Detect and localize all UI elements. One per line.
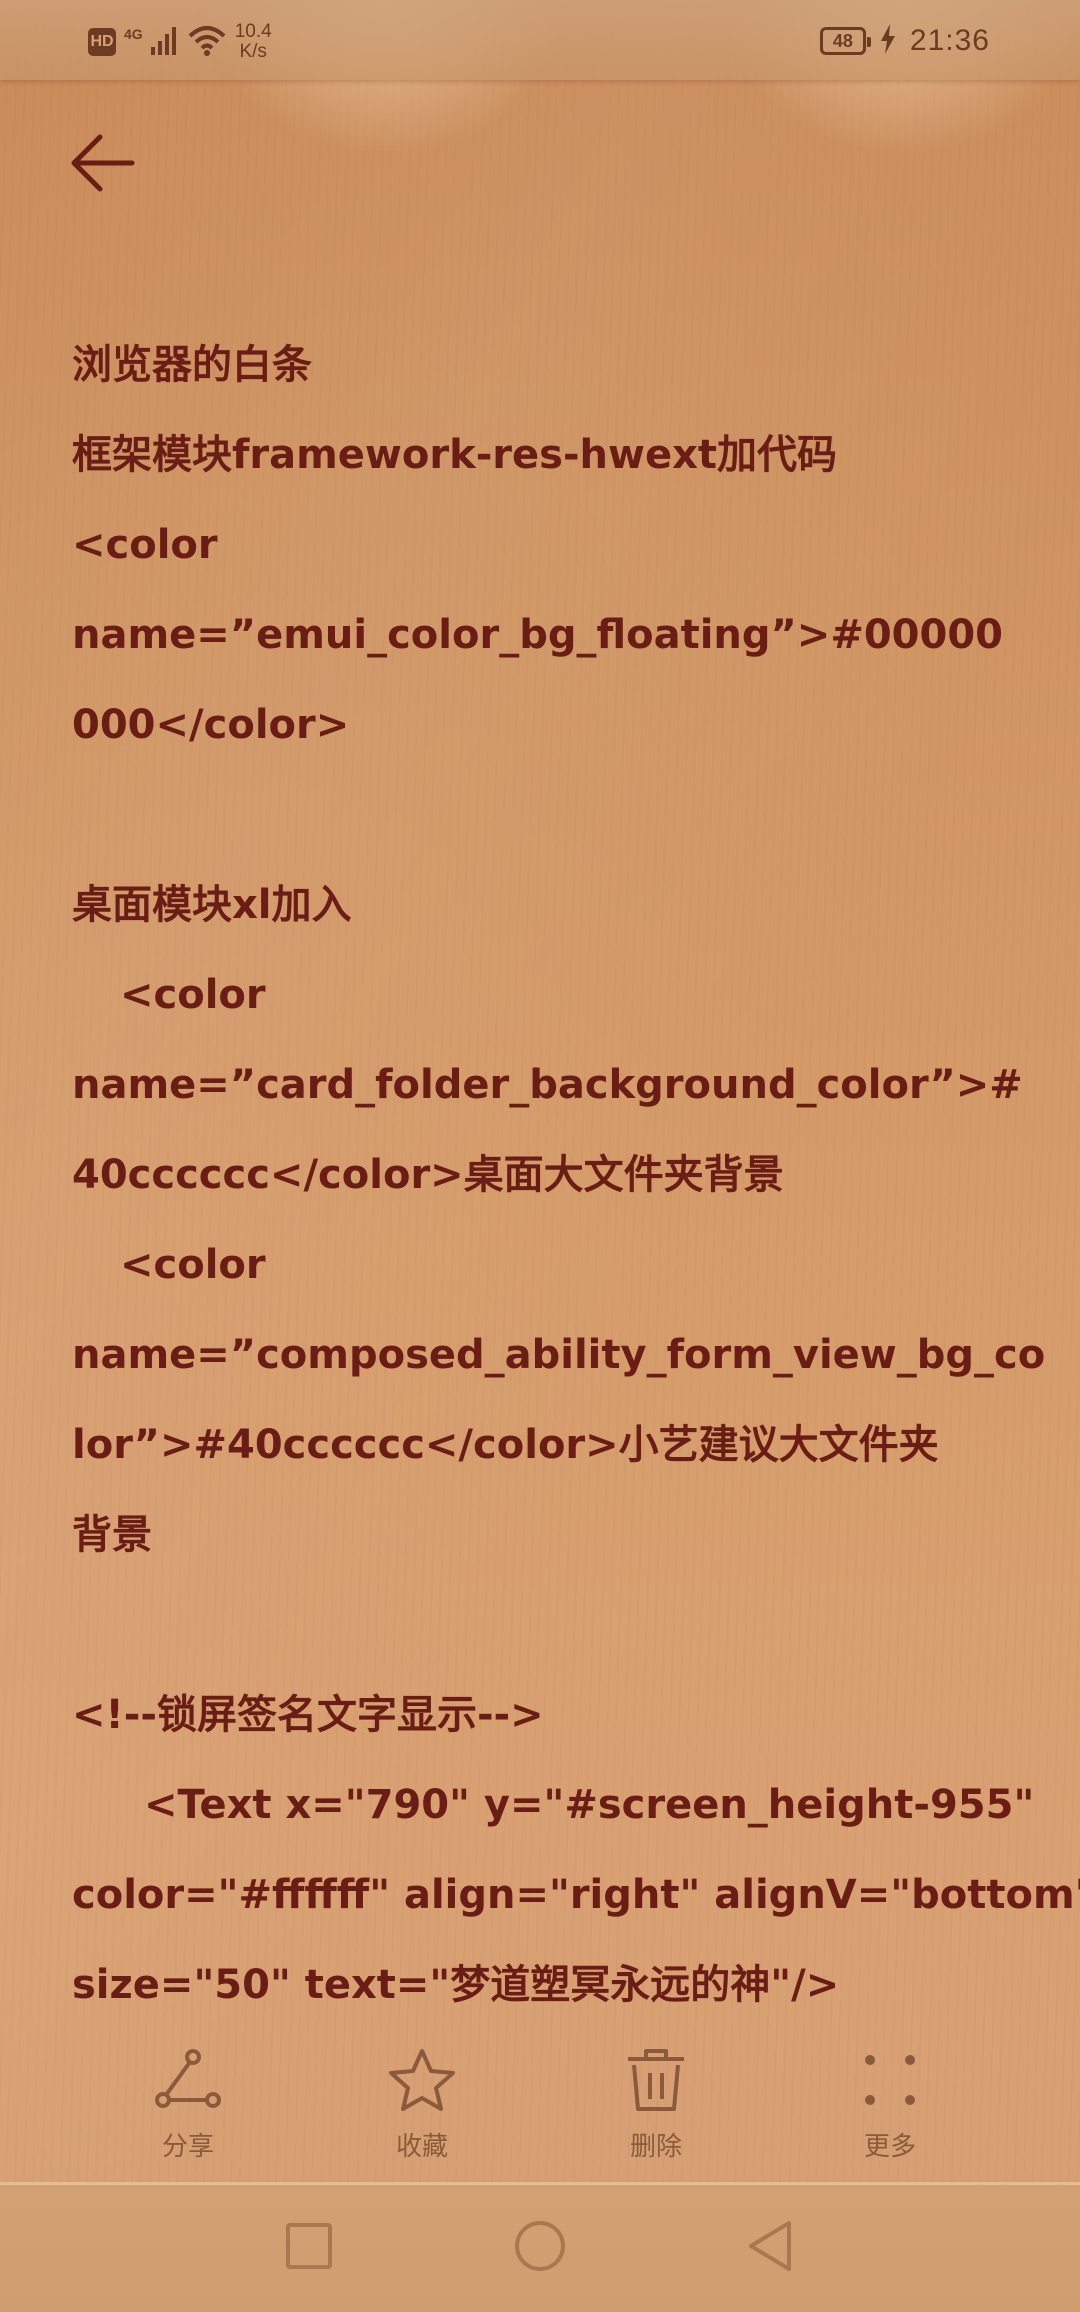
- back-nav-button[interactable]: [735, 2213, 805, 2283]
- note-line: <color: [120, 1242, 266, 1288]
- battery-level: 48: [832, 30, 853, 51]
- trash-icon: [556, 2040, 756, 2120]
- share-button[interactable]: 分享: [88, 2040, 288, 2163]
- note-line-blank: [72, 770, 1032, 860]
- note-line: <Text x="790" y="#screen_height-955": [144, 1782, 1035, 1828]
- recent-apps-button[interactable]: [274, 2213, 344, 2283]
- back-button[interactable]: [70, 130, 150, 200]
- note-line: 框架模块framework-res-hwext加代码: [72, 432, 838, 478]
- note-line: <color: [120, 972, 266, 1018]
- status-right: 48 21:36: [819, 22, 990, 60]
- note-line: lor”>#40cccccc</color>小艺建议大文件夹: [72, 1422, 939, 1468]
- more-button[interactable]: 更多: [790, 2040, 990, 2163]
- charging-icon: [880, 23, 896, 59]
- note-line: 背景: [72, 1512, 152, 1558]
- speed-value: 10.4: [234, 21, 272, 42]
- note-line: 000</color>: [72, 702, 350, 748]
- status-bar: HD 4G 10.4 K/s 48 21:36: [0, 0, 1080, 80]
- note-line: name=”card_folder_background_color”>#: [72, 1062, 1023, 1108]
- note-line: size="50" text="梦道塑冥永远的神"/>: [72, 1962, 840, 2008]
- note-line: color="#ffffff" align="right" alignV="bo…: [72, 1872, 1080, 1918]
- favorite-button[interactable]: 收藏: [322, 2040, 522, 2163]
- note-line: 浏览器的白条: [72, 342, 312, 388]
- circle-icon: [513, 2219, 567, 2277]
- more-label: 更多: [863, 2132, 916, 2162]
- favorite-label: 收藏: [395, 2132, 448, 2162]
- battery-indicator: 48: [819, 27, 871, 55]
- triangle-back-icon: [745, 2219, 795, 2277]
- delete-label: 删除: [629, 2132, 682, 2162]
- note-line: 桌面模块xl加入: [72, 882, 352, 928]
- arrow-left-icon: [70, 133, 136, 197]
- note-line-blank: [72, 1580, 1032, 1670]
- home-button[interactable]: [505, 2213, 575, 2283]
- share-label: 分享: [161, 2132, 214, 2162]
- speed-unit: K/s: [239, 41, 267, 62]
- network-speed: 10.4 K/s: [235, 22, 272, 62]
- status-left: HD 4G 10.4 K/s: [88, 22, 272, 62]
- clock: 21:36: [909, 24, 990, 57]
- signal-icon: [150, 25, 179, 59]
- note-line: name=”composed_ability_form_view_bg_co: [72, 1332, 1046, 1378]
- note-line: <!--锁屏签名文字显示-->: [72, 1692, 544, 1738]
- note-line: name=”emui_color_bg_floating”>#00000: [72, 612, 1003, 658]
- star-icon: [322, 2040, 522, 2120]
- more-dots-icon: [790, 2040, 990, 2120]
- square-icon: [284, 2221, 334, 2275]
- hd-badge: HD: [88, 28, 116, 56]
- note-line: 40cccccc</color>桌面大文件夹背景: [72, 1152, 784, 1198]
- note-content[interactable]: 浏览器的白条 框架模块framework-res-hwext加代码 <color…: [72, 320, 1080, 2030]
- wifi-icon: [187, 24, 227, 60]
- delete-button[interactable]: 删除: [556, 2040, 756, 2163]
- network-type: 4G: [124, 26, 143, 42]
- note-line: <color: [72, 522, 218, 568]
- share-icon: [88, 2040, 288, 2120]
- system-nav-bar: [0, 2185, 1080, 2312]
- bottom-toolbar: 分享 收藏 删除 更多: [0, 2040, 1080, 2170]
